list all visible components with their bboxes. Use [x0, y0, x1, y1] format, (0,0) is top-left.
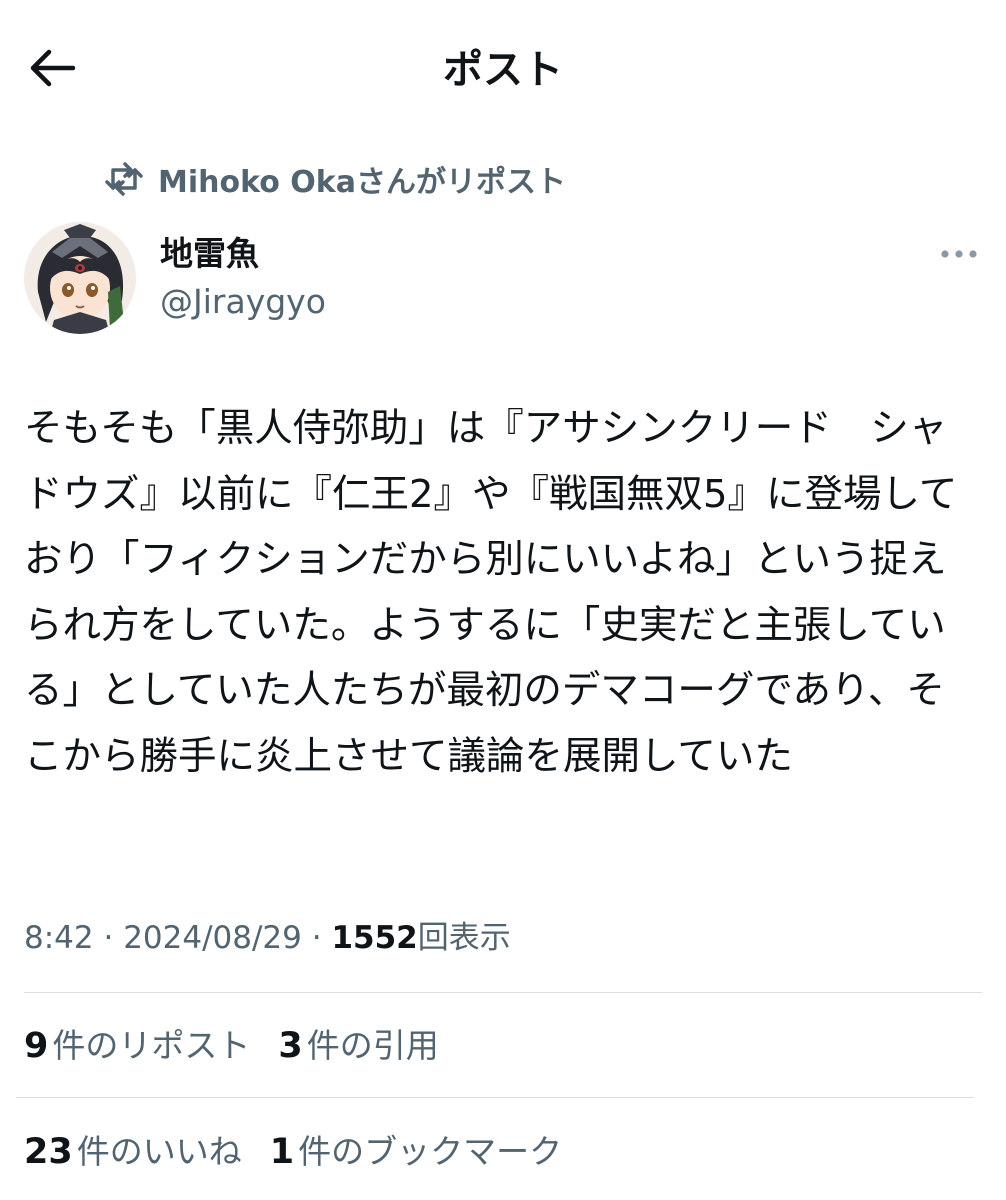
likes-label: 件のいいね: [76, 1132, 242, 1171]
meta-separator: ·: [103, 920, 114, 956]
more-options-button[interactable]: [936, 236, 982, 272]
post-text: そもそも「黒人侍弥助」は『アサシンクリード シャドウズ』以前に『仁王2』や『戦国…: [24, 406, 958, 779]
likes-stat[interactable]: 23 件のいいね: [24, 1125, 242, 1173]
top-bar: ポスト: [0, 0, 1006, 140]
page-title: ポスト: [443, 47, 563, 93]
repost-indicator[interactable]: Mihoko Okaさんがリポスト: [104, 158, 566, 200]
quotes-stat[interactable]: 3 件の引用: [278, 1019, 438, 1067]
repost-label: Mihoko Okaさんがリポスト: [158, 165, 567, 200]
divider: [24, 992, 982, 993]
author-handle[interactable]: @Jiraygyo: [160, 280, 326, 324]
reposts-count: 9: [24, 1026, 49, 1066]
stats-row-likes: 23 件のいいね 1 件のブックマーク: [24, 1124, 590, 1174]
meta-separator: ·: [311, 920, 322, 956]
more-horizontal-icon: [939, 245, 979, 264]
post-time: 8:42: [24, 920, 94, 956]
bookmarks-stat[interactable]: 1 件のブックマーク: [270, 1125, 562, 1173]
reposts-stat[interactable]: 9 件のリポスト: [24, 1019, 250, 1067]
quotes-count: 3: [278, 1026, 303, 1066]
avatar[interactable]: [24, 222, 136, 334]
bookmarks-count: 1: [269, 1132, 295, 1172]
post-date: 2024/08/29: [123, 920, 302, 956]
author-display-name[interactable]: 地雷魚: [160, 232, 259, 276]
quotes-label: 件の引用: [306, 1026, 439, 1065]
reposts-label: 件のリポスト: [52, 1026, 251, 1065]
divider: [16, 1097, 974, 1098]
bookmarks-label: 件のブックマーク: [298, 1132, 563, 1171]
stats-row-reposts: 9 件のリポスト 3 件の引用: [24, 1018, 467, 1068]
repost-icon: [104, 159, 144, 199]
likes-count: 23: [24, 1132, 73, 1172]
views-count: 1552: [331, 920, 418, 956]
post-meta: 8:42 · 2024/08/29 · 1552回表示: [24, 914, 511, 962]
views-label: 回表示: [417, 920, 511, 956]
